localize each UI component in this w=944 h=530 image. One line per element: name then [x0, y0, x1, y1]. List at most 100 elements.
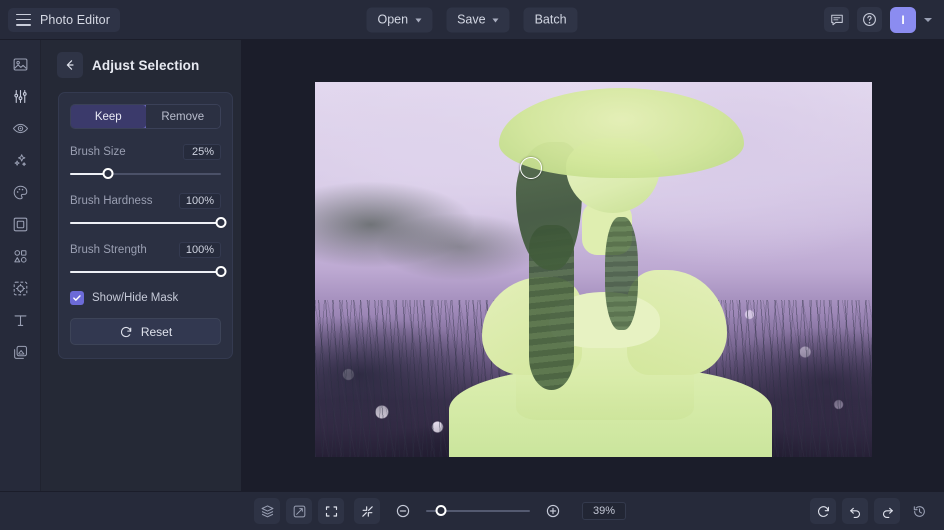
sidebar-item-text[interactable]	[6, 309, 34, 331]
sidebar-item-layers[interactable]	[6, 341, 34, 363]
editor-body: Adjust Selection Keep Remove Brush Size …	[0, 40, 944, 491]
layers-panel-button[interactable]	[254, 498, 280, 524]
batch-button[interactable]: Batch	[523, 7, 578, 32]
sidebar-item-shapes[interactable]	[6, 245, 34, 267]
slider-thumb[interactable]	[215, 266, 227, 277]
actual-size-button[interactable]	[354, 498, 380, 524]
reset-button[interactable]: Reset	[70, 318, 221, 345]
back-button[interactable]	[57, 52, 83, 78]
brush-cursor	[520, 157, 542, 179]
history-icon	[913, 505, 925, 517]
bottom-bar-right	[810, 498, 932, 524]
brush-size-slider[interactable]	[70, 168, 221, 180]
sidebar-item-image[interactable]	[6, 53, 34, 75]
undo-icon	[849, 507, 860, 518]
brush-hardness-control: Brush Hardness 100%	[70, 193, 227, 229]
compare-button[interactable]	[286, 498, 312, 524]
bottom-bar: 39%	[0, 491, 944, 530]
show-hide-mask-checkbox[interactable]	[70, 291, 84, 305]
collapse-icon	[361, 505, 373, 517]
account-chevron-down-icon[interactable]	[924, 17, 932, 22]
adjust-icon	[13, 89, 27, 103]
fit-to-screen-button[interactable]	[318, 498, 344, 524]
zoom-out-button[interactable]	[390, 498, 416, 524]
brush-settings-card: Keep Remove Brush Size 25% Brush Hardnes…	[58, 92, 233, 359]
zoom-in-button[interactable]	[540, 498, 566, 524]
brush-strength-control: Brush Strength 100%	[70, 242, 227, 278]
sparkle-icon	[14, 153, 26, 166]
open-button[interactable]: Open	[366, 7, 433, 32]
top-bar-right: I	[824, 6, 944, 33]
history-button[interactable]	[906, 498, 932, 524]
chevron-down-icon	[492, 18, 499, 22]
top-bar-center: Open Save Batch	[366, 7, 578, 32]
zoom-level-value[interactable]: 39%	[582, 502, 626, 520]
top-bar-left: Photo Editor	[0, 7, 120, 32]
mode-keep-button[interactable]: Keep	[71, 105, 147, 128]
brush-strength-label: Brush Strength	[70, 244, 147, 256]
sidebar-item-color[interactable]	[6, 181, 34, 203]
text-icon	[14, 314, 26, 326]
show-hide-mask-label: Show/Hide Mask	[92, 292, 179, 304]
brush-hardness-slider[interactable]	[70, 217, 227, 229]
brush-hardness-label: Brush Hardness	[70, 195, 153, 207]
redo-button[interactable]	[874, 498, 900, 524]
zoom-out-icon	[396, 504, 410, 518]
top-bar: Photo Editor Open Save Batch I	[0, 0, 944, 40]
photo-canvas[interactable]	[315, 82, 872, 457]
tool-rail	[0, 40, 41, 491]
sidebar-item-frame[interactable]	[6, 213, 34, 235]
help-button[interactable]	[857, 7, 882, 32]
brush-size-control: Brush Size 25%	[70, 144, 221, 180]
brush-strength-value: 100%	[178, 242, 221, 258]
palette-icon	[13, 185, 27, 199]
show-hide-mask-row[interactable]: Show/Hide Mask	[70, 291, 221, 305]
selection-mode-toggle: Keep Remove	[70, 104, 221, 129]
undo-button[interactable]	[842, 498, 868, 524]
adjust-selection-panel: Adjust Selection Keep Remove Brush Size …	[41, 40, 242, 491]
canvas-area[interactable]	[242, 40, 944, 491]
frame-icon	[13, 217, 27, 231]
brush-hardness-row: Brush Hardness 100%	[70, 193, 221, 209]
check-icon	[73, 295, 81, 301]
slider-thumb[interactable]	[102, 168, 114, 179]
brush-strength-row: Brush Strength 100%	[70, 242, 221, 258]
arrow-left-icon	[66, 60, 74, 70]
brush-strength-slider[interactable]	[70, 266, 227, 278]
app-menu-button[interactable]: Photo Editor	[8, 7, 120, 32]
feedback-button[interactable]	[824, 7, 849, 32]
refresh-icon	[120, 326, 132, 337]
sidebar-item-effects[interactable]	[6, 149, 34, 171]
reset-button-label: Reset	[140, 324, 173, 339]
mode-remove-button[interactable]: Remove	[145, 105, 220, 128]
mask-region-braid-right	[604, 217, 639, 330]
slider-fill	[70, 271, 221, 273]
zoom-slider[interactable]	[426, 505, 530, 517]
image-icon	[13, 57, 27, 71]
panel-header: Adjust Selection	[41, 40, 241, 78]
layers-icon	[13, 345, 27, 359]
reset-view-icon	[817, 505, 829, 517]
sidebar-item-cutout[interactable]	[6, 277, 34, 299]
zoom-controls: 39%	[318, 498, 626, 524]
reset-view-button[interactable]	[810, 498, 836, 524]
brush-hardness-value: 100%	[178, 193, 221, 209]
cutout-icon	[13, 281, 27, 295]
compare-icon	[293, 505, 305, 517]
photo-editor-app: Photo Editor Open Save Batch I Adjust Se…	[0, 0, 944, 530]
save-button-label: Save	[457, 12, 486, 27]
slider-fill	[70, 222, 221, 224]
sidebar-item-adjust[interactable]	[6, 85, 34, 107]
avatar[interactable]: I	[890, 6, 916, 33]
fit-screen-icon	[325, 505, 337, 517]
avatar-initial: I	[901, 12, 905, 27]
zoom-slider-thumb[interactable]	[435, 505, 447, 516]
brush-size-label: Brush Size	[70, 146, 126, 158]
save-button[interactable]: Save	[446, 7, 510, 32]
eye-icon	[12, 123, 28, 133]
sidebar-item-retouch[interactable]	[6, 117, 34, 139]
brush-size-row: Brush Size 25%	[70, 144, 221, 160]
brush-size-value: 25%	[183, 144, 221, 160]
layers-stack-icon	[261, 504, 273, 517]
slider-thumb[interactable]	[215, 217, 227, 228]
